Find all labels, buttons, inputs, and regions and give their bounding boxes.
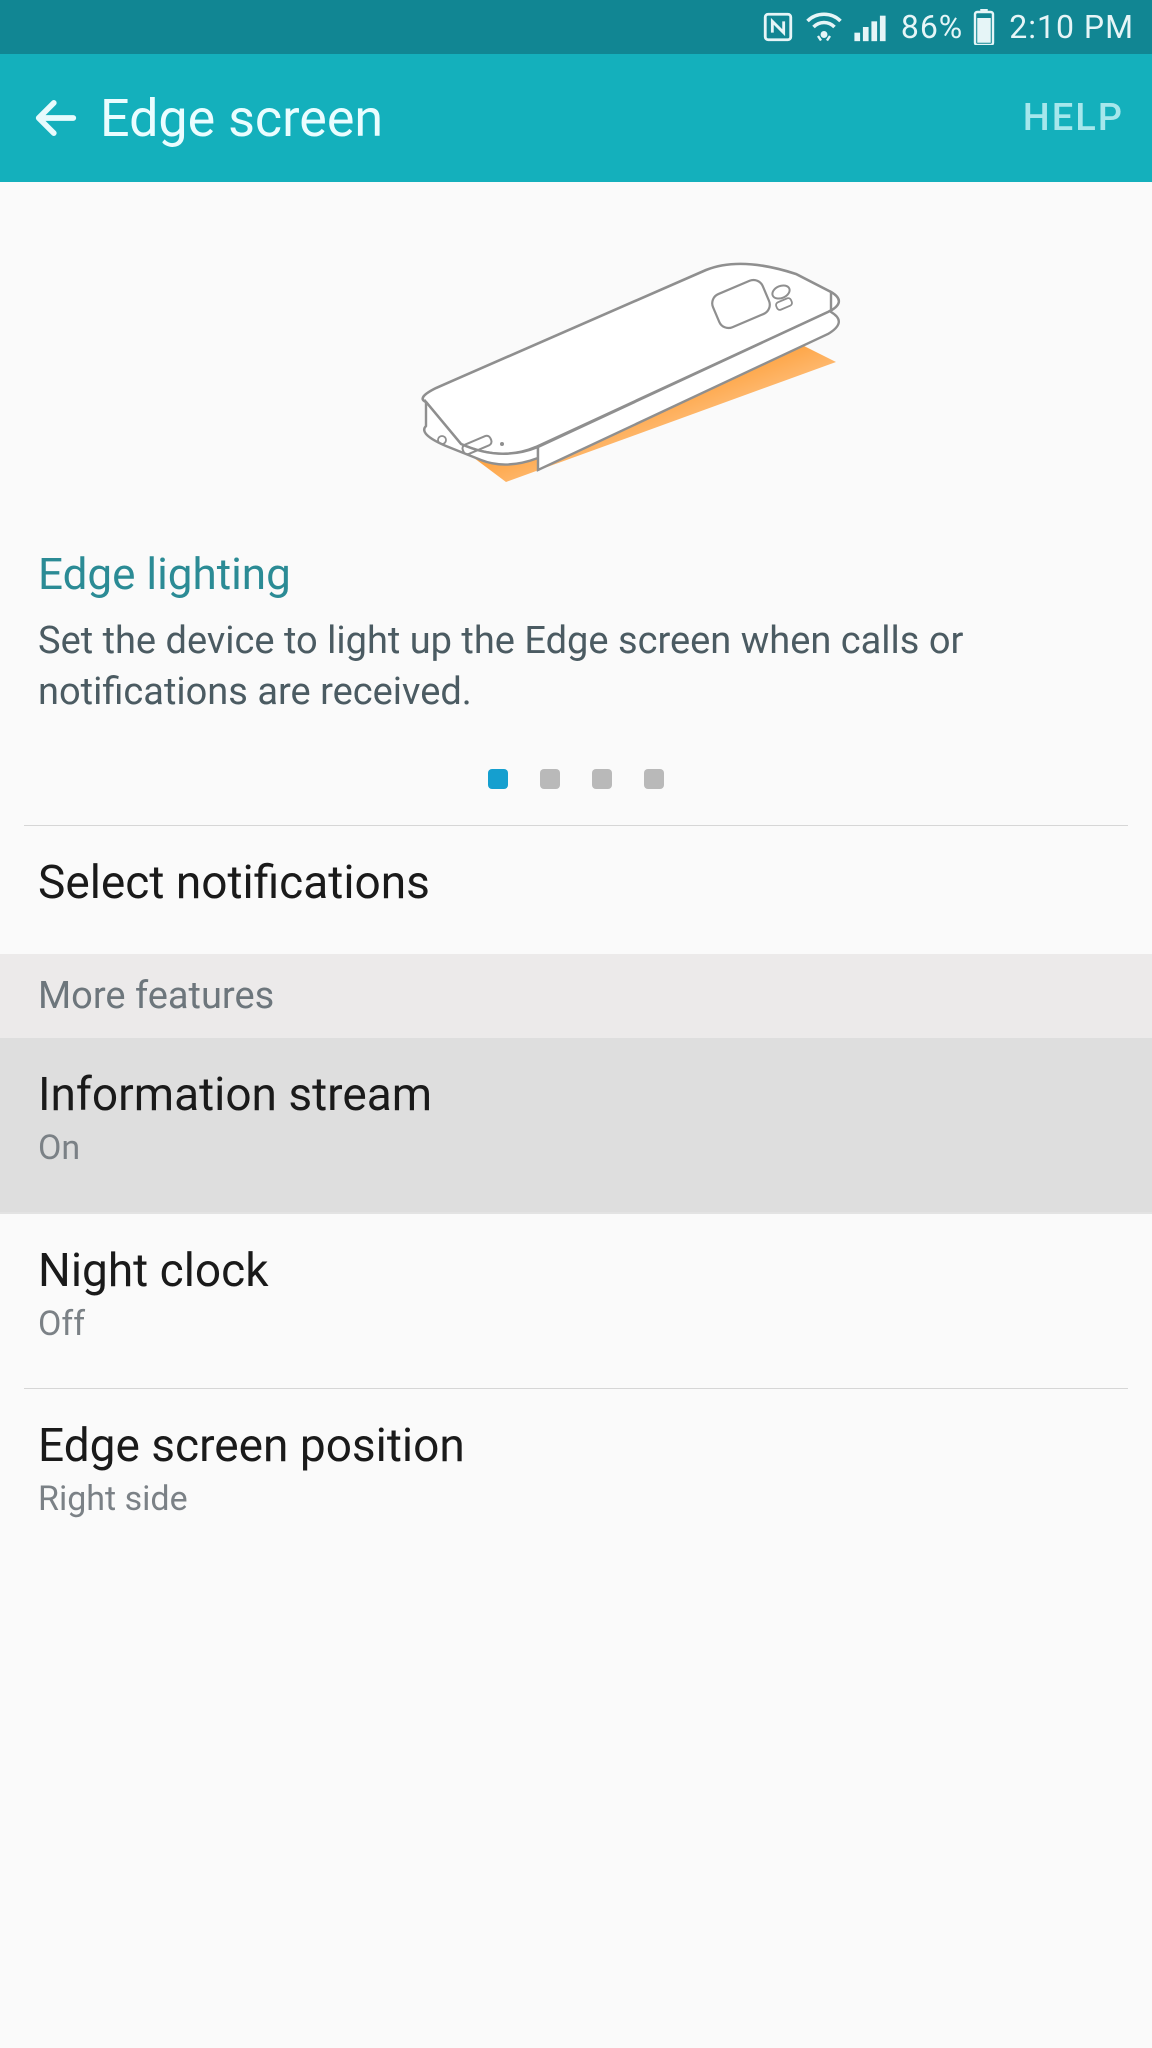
select-notifications-item[interactable]: Select notifications xyxy=(0,826,1152,954)
information-stream-status: On xyxy=(38,1128,1114,1168)
status-time: 2:10 PM xyxy=(1009,8,1134,46)
page-title: Edge screen xyxy=(100,88,1023,149)
section-header-more-features: More features xyxy=(0,954,1152,1038)
night-clock-item[interactable]: Night clock Off xyxy=(0,1214,1152,1388)
nfc-icon xyxy=(761,10,795,44)
battery-percent: 86% xyxy=(901,8,963,46)
wifi-icon xyxy=(805,12,843,42)
feature-carousel[interactable]: Edge lighting Set the device to light up… xyxy=(0,182,1152,825)
status-bar: 86% 2:10 PM xyxy=(0,0,1152,54)
carousel-title: Edge lighting xyxy=(38,548,1114,600)
information-stream-item[interactable]: Information stream On xyxy=(0,1038,1152,1212)
pager-dot-2[interactable] xyxy=(540,769,560,789)
signal-icon xyxy=(853,12,887,42)
app-bar: Edge screen HELP xyxy=(0,54,1152,182)
edge-screen-position-item[interactable]: Edge screen position Right side xyxy=(0,1389,1152,1563)
carousel-pager[interactable] xyxy=(0,759,1152,825)
edge-screen-position-title: Edge screen position xyxy=(38,1419,1114,1473)
select-notifications-label: Select notifications xyxy=(38,856,1114,910)
night-clock-title: Night clock xyxy=(38,1244,1114,1298)
back-arrow-icon xyxy=(30,92,82,144)
pager-dot-3[interactable] xyxy=(592,769,612,789)
night-clock-status: Off xyxy=(38,1304,1114,1344)
pager-dot-1[interactable] xyxy=(488,769,508,789)
back-button[interactable] xyxy=(28,90,84,146)
battery-icon xyxy=(973,9,995,45)
edge-lighting-illustration xyxy=(0,222,1152,522)
pager-dot-4[interactable] xyxy=(644,769,664,789)
help-button[interactable]: HELP xyxy=(1023,96,1124,140)
information-stream-title: Information stream xyxy=(38,1068,1114,1122)
edge-screen-position-value: Right side xyxy=(38,1479,1114,1519)
carousel-description: Set the device to light up the Edge scre… xyxy=(38,616,1114,719)
